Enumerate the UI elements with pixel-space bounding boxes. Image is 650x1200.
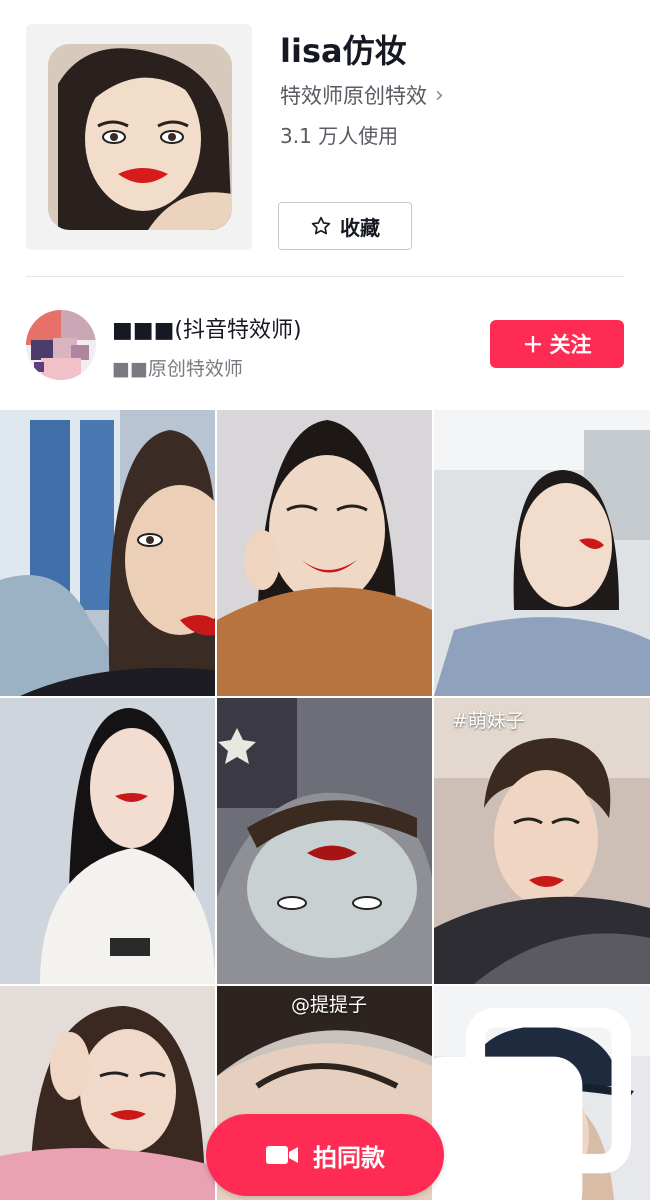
video-tile[interactable] [217,698,432,984]
effect-thumbnail-frame [26,24,252,250]
effect-thumbnail [48,44,232,230]
video-tile[interactable] [0,698,215,984]
plus-icon: ＋ [522,333,544,357]
favorite-button[interactable]: 收藏 [278,202,412,250]
video-tile[interactable]: #萌妹子 [434,698,650,984]
video-tile[interactable] [434,410,650,696]
video-camera-icon [266,1146,298,1164]
multi-image-icon [434,1008,631,1200]
star-outline-icon [311,216,331,235]
effect-creator-link[interactable]: 特效师原创特效 › [280,80,444,110]
video-tile-tag: @提提子 [291,994,368,1016]
effect-usage-count: 3.1 万人使用 [280,124,399,148]
video-tile[interactable] [434,986,650,1200]
effect-creator-link-label: 特效师原创特效 [280,84,427,108]
shoot-same-label: 拍同款 [313,1143,385,1172]
video-tile[interactable] [217,410,432,696]
video-tile[interactable] [0,410,215,696]
effect-title: lisa仿妆 [280,32,407,70]
follow-button[interactable]: ＋ 关注 [490,320,624,368]
creator-avatar[interactable] [26,310,96,380]
favorite-label: 收藏 [340,215,380,240]
video-tile[interactable] [0,986,215,1200]
shoot-same-button[interactable]: 拍同款 [206,1114,444,1196]
video-tile-tag: #萌妹子 [452,710,525,732]
creator-name[interactable]: ■■■(抖音特效师) [112,312,302,344]
section-divider [26,276,624,277]
chevron-right-icon: › [435,82,444,108]
creator-subtitle: ■■原创特效师 [112,358,243,380]
follow-label: 关注 [549,333,592,357]
video-grid: #萌妹子 @提提子 [0,410,650,1200]
